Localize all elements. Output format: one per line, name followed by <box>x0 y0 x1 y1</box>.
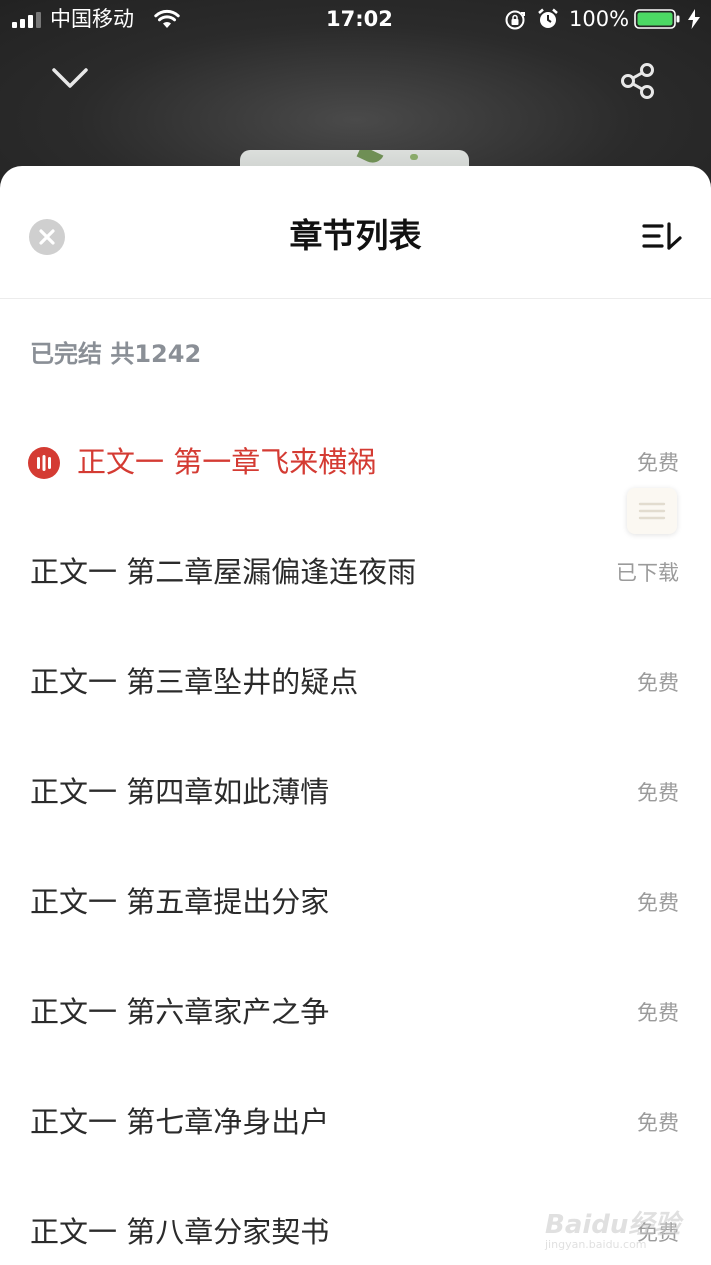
chapter-title: 正文一 第四章如此薄情 <box>30 775 330 809</box>
charging-bolt-icon <box>688 9 700 29</box>
signal-icon <box>12 12 41 28</box>
chapter-status: 已下载 <box>616 561 679 585</box>
rotation-lock-icon <box>505 10 525 30</box>
chapter-status: 免费 <box>637 891 679 915</box>
chapter-title: 正文一 第三章坠井的疑点 <box>30 665 359 699</box>
chapter-title: 正文一 第二章屋漏偏逢连夜雨 <box>30 555 417 589</box>
chapter-row[interactable]: 正文一 第一章飞来横祸 免费 <box>0 408 711 518</box>
chapter-summary: 已完结 共1242 <box>30 336 201 372</box>
chapter-title: 正文一 第六章家产之争 <box>30 995 330 1029</box>
watermark-sub: jingyan.baidu.com <box>545 1238 647 1251</box>
chapter-row[interactable]: 正文一 第五章提出分家 免费 <box>0 848 711 958</box>
total-prefix: 共 <box>110 340 135 368</box>
watermark-text: Baidu经验 <box>545 1210 681 1240</box>
chapter-list: 正文一 第一章飞来横祸 免费 正文一 第二章屋漏偏逢连夜雨 已下载 正文一 第三… <box>0 408 711 1265</box>
clock: 17:02 <box>326 7 393 31</box>
menu-icon <box>638 502 666 520</box>
chapter-status: 免费 <box>637 1001 679 1025</box>
chapter-title: 正文一 第一章飞来横祸 <box>77 445 377 479</box>
chapter-status: 免费 <box>637 451 679 475</box>
sheet-title: 章节列表 <box>289 216 422 255</box>
chapter-row[interactable]: 正文一 第三章坠井的疑点 免费 <box>0 628 711 738</box>
sort-icon[interactable] <box>642 222 684 252</box>
chapter-row[interactable]: 正文一 第四章如此薄情 免费 <box>0 738 711 848</box>
total-count: 1242 <box>134 340 202 368</box>
sheet-header: 章节列表 <box>0 166 711 299</box>
chapter-title: 正文一 第五章提出分家 <box>30 885 330 919</box>
battery-percent: 100% <box>569 7 630 31</box>
completion-status: 已完结 <box>30 340 102 368</box>
chapter-title: 正文一 第八章分家契书 <box>30 1215 330 1249</box>
chapter-status: 免费 <box>637 781 679 805</box>
baidu-watermark: Baidu经验 jingyan.baidu.com <box>545 1186 695 1256</box>
chapter-title: 正文一 第七章净身出户 <box>30 1105 330 1139</box>
wifi-icon <box>154 9 180 28</box>
chapter-list-sheet: 章节列表 已完结 共1242 正文一 第一章飞来横祸 免费 正文一 第二章屋漏偏… <box>0 166 711 1265</box>
chapter-row[interactable]: 正文一 第七章净身出户 免费 <box>0 1068 711 1178</box>
carrier-name: 中国移动 <box>50 7 134 31</box>
chapter-row[interactable]: 正文一 第二章屋漏偏逢连夜雨 已下载 <box>0 518 711 628</box>
floating-menu-button[interactable] <box>627 488 677 534</box>
chapter-row[interactable]: 正文一 第六章家产之争 免费 <box>0 958 711 1068</box>
alarm-icon <box>538 8 558 28</box>
chapter-status: 免费 <box>637 1111 679 1135</box>
battery-icon <box>634 9 680 29</box>
status-bar: 中国移动 17:02 100% <box>0 0 711 40</box>
chevron-down-icon[interactable] <box>50 62 90 96</box>
now-playing-icon <box>28 447 60 479</box>
share-icon[interactable] <box>618 62 658 100</box>
chapter-status: 免费 <box>637 671 679 695</box>
